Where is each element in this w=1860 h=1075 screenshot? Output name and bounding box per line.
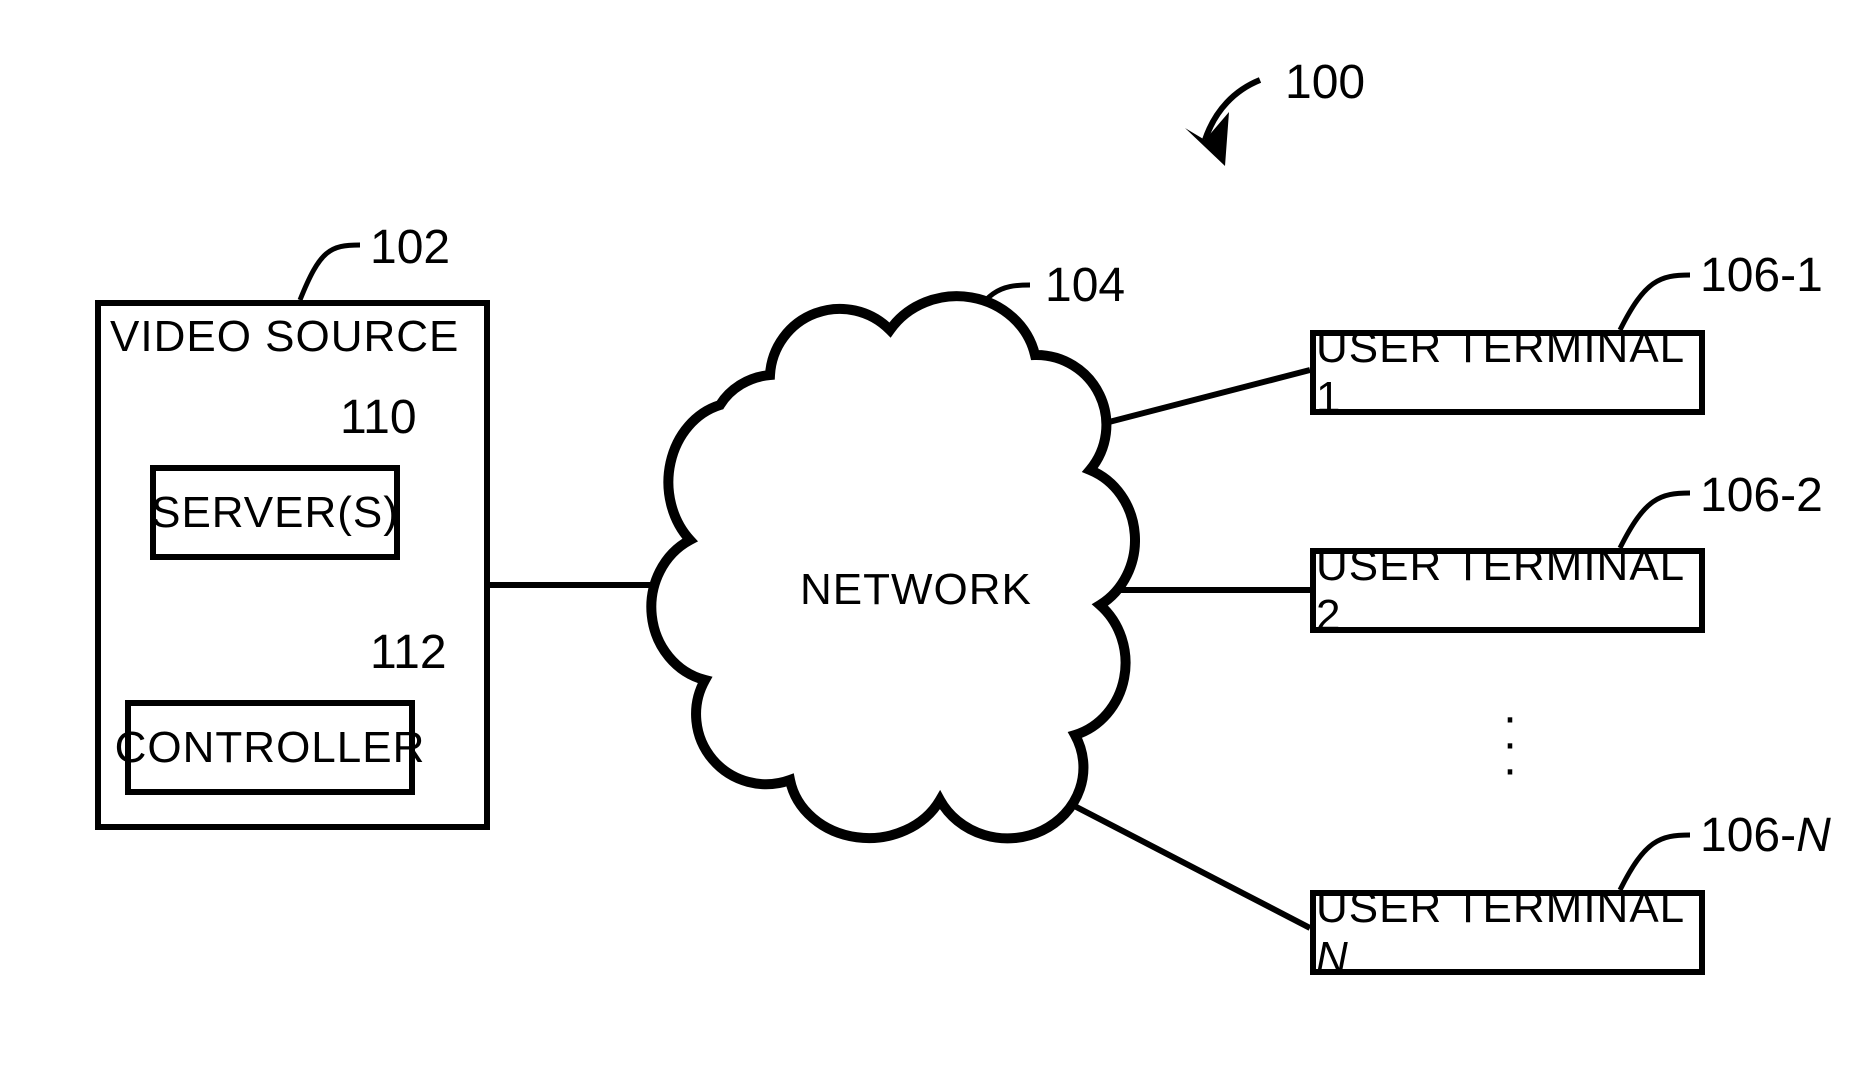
ref-110: 110 [340, 390, 417, 445]
ref-104: 104 [1045, 258, 1125, 313]
ref-106-n: 106-N [1700, 808, 1831, 863]
ref-100: 100 [1285, 55, 1365, 110]
user-terminal-1-box: USER TERMINAL 1 [1310, 330, 1705, 415]
ref-106-1: 106-1 [1700, 248, 1823, 303]
ellipsis-vertical: ··· [1500, 705, 1520, 783]
server-label: SERVER(S) [151, 488, 399, 538]
ref-102: 102 [370, 220, 450, 275]
server-box: SERVER(S) [150, 465, 400, 560]
user-terminal-2-box: USER TERMINAL 2 [1310, 548, 1705, 633]
controller-label: CONTROLLER [115, 723, 426, 773]
network-label: NETWORK [800, 565, 1032, 615]
ref-106-2: 106-2 [1700, 468, 1823, 523]
diagram-stage: NETWORK VIDEO SOURCE SERVER(S) CONTROLLE… [0, 0, 1860, 1075]
controller-box: CONTROLLER [125, 700, 415, 795]
user-terminal-n-label: USER TERMINAL N [1316, 883, 1699, 983]
ref-112: 112 [370, 625, 447, 680]
user-terminal-n-box: USER TERMINAL N [1310, 890, 1705, 975]
user-terminal-1-label: USER TERMINAL 1 [1316, 323, 1699, 423]
user-terminal-2-label: USER TERMINAL 2 [1316, 541, 1699, 641]
video-source-title: VIDEO SOURCE [110, 312, 459, 362]
